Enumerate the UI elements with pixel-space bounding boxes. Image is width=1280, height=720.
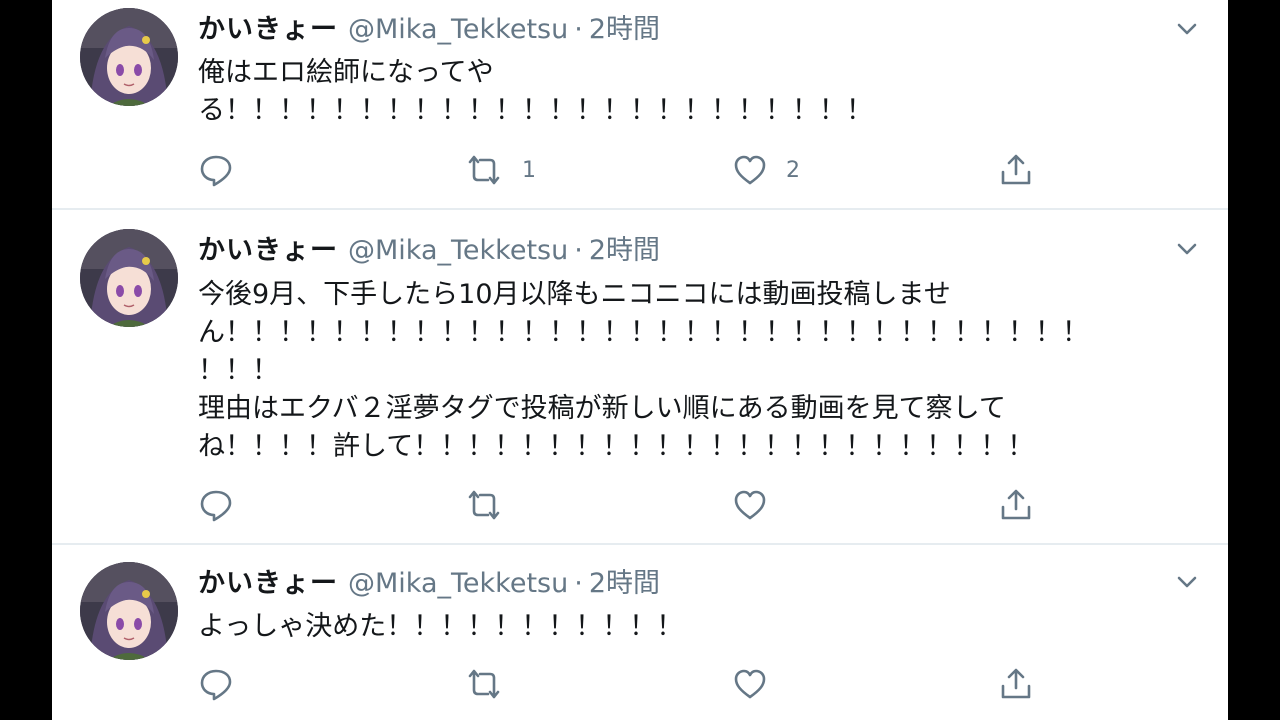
- tweet-actions: 1 2: [198, 150, 1098, 190]
- reply-icon: [200, 155, 232, 187]
- display-name[interactable]: かいきょー: [198, 14, 338, 45]
- like-button[interactable]: 2: [732, 150, 800, 190]
- tweet-header: かいきょー @Mika_Tekketsu · 2時間: [198, 233, 660, 269]
- retweet-button[interactable]: [464, 485, 522, 525]
- reply-button[interactable]: [198, 150, 234, 190]
- avatar[interactable]: [80, 8, 178, 106]
- reply-button[interactable]: [198, 664, 234, 704]
- reply-icon: [200, 669, 232, 701]
- like-icon: [734, 669, 766, 699]
- avatar[interactable]: [80, 229, 178, 327]
- tweet-text: 俺はエロ絵師になってや る！！！！！！！！！！！！！！！！！！！！！！！！: [198, 54, 1208, 130]
- tweet-text-line: ！！！: [198, 355, 279, 386]
- like-icon: [734, 155, 766, 185]
- tweet-text-line: 俺はエロ絵師になってや: [198, 57, 494, 88]
- share-icon: [1001, 489, 1031, 520]
- separator: ·: [574, 14, 583, 45]
- chevron-down-icon[interactable]: [1172, 567, 1202, 597]
- avatar-image: [80, 562, 178, 660]
- timestamp[interactable]: 2時間: [589, 568, 660, 599]
- share-button[interactable]: [998, 485, 1034, 525]
- display-name[interactable]: かいきょー: [198, 235, 338, 266]
- avatar-image: [80, 229, 178, 327]
- retweet-button[interactable]: 1: [464, 150, 536, 190]
- like-count: 2: [786, 157, 800, 183]
- retweet-button[interactable]: [464, 664, 522, 704]
- display-name[interactable]: かいきょー: [198, 568, 338, 599]
- reply-icon: [200, 490, 232, 522]
- like-icon: [734, 490, 766, 520]
- tweet-text-line: 今後9月、下手したら10月以降もニコニコには動画投稿しませ: [198, 279, 951, 310]
- tweet-header: かいきょー @Mika_Tekketsu · 2時間: [198, 566, 660, 602]
- avatar-image: [80, 8, 178, 106]
- tweet-text-line: る！！！！！！！！！！！！！！！！！！！！！！！！: [198, 95, 873, 126]
- chevron-down-icon[interactable]: [1172, 14, 1202, 44]
- handle[interactable]: @Mika_Tekketsu: [348, 14, 568, 45]
- handle[interactable]: @Mika_Tekketsu: [348, 568, 568, 599]
- tweet-text-line: ん！！！！！！！！！！！！！！！！！！！！！！！！！！！！！！！！: [198, 317, 1089, 348]
- like-button[interactable]: [732, 664, 786, 704]
- avatar[interactable]: [80, 562, 178, 660]
- retweet-icon: [468, 155, 500, 185]
- share-button[interactable]: [998, 664, 1034, 704]
- retweet-icon: [468, 490, 500, 520]
- handle[interactable]: @Mika_Tekketsu: [348, 235, 568, 266]
- timestamp[interactable]: 2時間: [589, 235, 660, 266]
- tweet-actions: [198, 485, 1098, 525]
- tweet[interactable]: かいきょー @Mika_Tekketsu · 2時間 俺はエロ絵師になってや る！！！…: [52, 0, 1228, 208]
- separator: ·: [574, 235, 583, 266]
- separator: ·: [574, 568, 583, 599]
- tweet-header: かいきょー @Mika_Tekketsu · 2時間: [198, 12, 660, 48]
- timestamp[interactable]: 2時間: [589, 14, 660, 45]
- chevron-down-icon[interactable]: [1172, 234, 1202, 264]
- tweet-text: 今後9月、下手したら10月以降もニコニコには動画投稿しませ ん！！！！！！！！！…: [198, 276, 1208, 466]
- retweet-count: 1: [522, 157, 536, 183]
- tweet-text-line: 理由はエクバ２淫夢タグで投稿が新しい順にある動画を見て察して: [198, 393, 1006, 424]
- timeline: かいきょー @Mika_Tekketsu · 2時間 俺はエロ絵師になってや る！！！…: [52, 0, 1228, 720]
- share-icon: [1001, 154, 1031, 185]
- share-icon: [1001, 668, 1031, 699]
- tweet-actions: [198, 664, 1098, 704]
- tweet-text-line: ね！！！！許して！！！！！！！！！！！！！！！！！！！！！！！: [198, 431, 1035, 462]
- tweet[interactable]: かいきょー @Mika_Tekketsu · 2時間 よっしゃ決めた！！！！！！！！！…: [52, 545, 1228, 720]
- retweet-icon: [468, 669, 500, 699]
- share-button[interactable]: [998, 150, 1034, 190]
- tweet-text-line: よっしゃ決めた！！！！！！！！！！！: [198, 611, 684, 642]
- reply-button[interactable]: [198, 485, 234, 525]
- tweet-text: よっしゃ決めた！！！！！！！！！！！: [198, 608, 1208, 646]
- like-button[interactable]: [732, 485, 786, 525]
- tweet[interactable]: かいきょー @Mika_Tekketsu · 2時間 今後9月、下手したら10月以降も…: [52, 210, 1228, 543]
